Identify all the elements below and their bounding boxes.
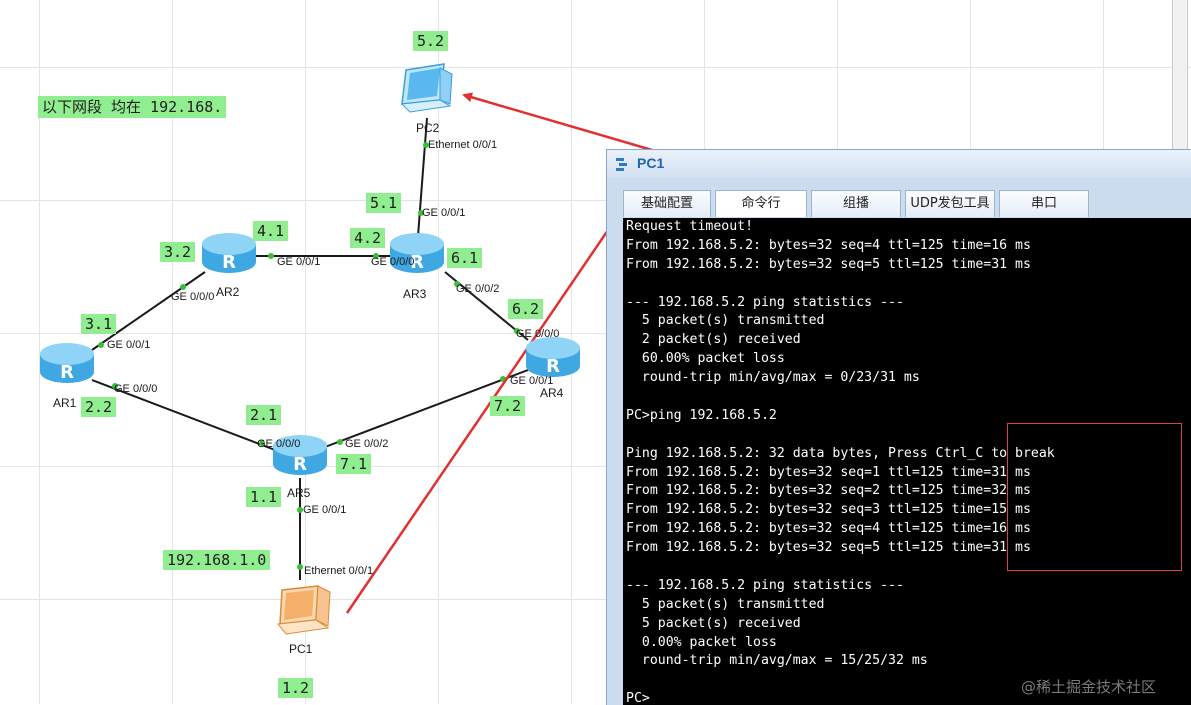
- svg-text:R: R: [222, 252, 236, 273]
- addr-tag: 3.1: [81, 314, 117, 334]
- terminal-line: 2 packet(s) received: [626, 332, 801, 348]
- pc1-label: PC1: [289, 642, 313, 656]
- terminal-line: Request timeout!: [626, 219, 754, 234]
- addr-tag: 1.1: [246, 487, 282, 507]
- subnet-tag-pc1: 192.168.1.0: [163, 550, 271, 570]
- router-icon: R: [390, 233, 444, 273]
- addr-tag: 6.1: [447, 248, 483, 268]
- port-label: GE 0/0/0: [371, 256, 415, 268]
- terminal-line: 5 packet(s) transmitted: [626, 596, 825, 612]
- port-label: GE 0/0/1: [277, 256, 321, 268]
- router-icon: R: [526, 337, 580, 377]
- terminal-line: From 192.168.5.2: bytes=32 seq=4 ttl=125…: [626, 237, 1031, 253]
- svg-text:R: R: [546, 356, 560, 377]
- addr-tag: 5.2: [413, 31, 449, 51]
- console-app-icon: [616, 158, 627, 171]
- tab-multicast[interactable]: 组播: [811, 190, 901, 217]
- ar3-label: AR3: [403, 287, 427, 301]
- svg-text:R: R: [60, 362, 74, 383]
- terminal-line: --- 192.168.5.2 ping statistics ---: [626, 294, 904, 310]
- addr-tag: 3.2: [160, 242, 196, 262]
- ar4-label: AR4: [540, 386, 564, 400]
- port-label: GE 0/0/2: [456, 283, 500, 295]
- port-label: Ethernet 0/0/1: [428, 139, 498, 151]
- addr-tag: 1.2: [278, 678, 314, 698]
- terminal-line: 5 packet(s) transmitted: [626, 313, 825, 329]
- terminal-line: round-trip min/avg/max = 15/25/32 ms: [626, 653, 928, 669]
- port-label: GE 0/0/0: [114, 383, 158, 395]
- port-label: GE 0/0/2: [345, 438, 389, 450]
- ar2-label: AR2: [216, 285, 240, 299]
- ttl-time-highlight-box: [1007, 423, 1182, 571]
- addr-tag: 2.2: [81, 397, 117, 417]
- port-label: GE 0/0/0: [257, 438, 301, 450]
- ar4-router[interactable]: R: [524, 334, 582, 380]
- router-icon: R: [202, 233, 256, 273]
- port-label: GE 0/0/1: [303, 504, 347, 516]
- terminal-line: 5 packet(s) received: [626, 615, 801, 631]
- addr-tag: 5.1: [366, 193, 402, 213]
- terminal-line: round-trip min/avg/max = 0/23/31 ms: [626, 370, 920, 386]
- addr-tag: 6.2: [508, 299, 544, 319]
- addr-tag: 7.2: [490, 396, 526, 416]
- terminal-line: 60.00% packet loss: [626, 351, 785, 367]
- console-title: PC1: [637, 155, 665, 171]
- tab-udp-tool[interactable]: UDP发包工具: [905, 190, 995, 217]
- ar3-router[interactable]: R: [388, 230, 446, 276]
- tab-serial[interactable]: 串口: [999, 190, 1089, 217]
- port-label: GE 0/0/1: [107, 339, 151, 351]
- tab-basic-config[interactable]: 基础配置: [623, 190, 711, 217]
- watermark: @稀土掘金技术社区: [1021, 678, 1157, 696]
- pc2-label: PC2: [416, 121, 440, 135]
- port-label: GE 0/0/1: [510, 375, 554, 387]
- network-note: 以下网段 均在 192.168.: [38, 96, 227, 118]
- tab-command-line[interactable]: 命令行: [715, 190, 807, 217]
- terminal-line: 0.00% packet loss: [626, 634, 777, 650]
- addr-tag: 4.1: [253, 221, 289, 241]
- pc2-device[interactable]: [396, 62, 456, 120]
- addr-tag: 4.2: [350, 228, 386, 248]
- pc1-device[interactable]: [272, 582, 332, 640]
- pc-icon: [277, 585, 331, 635]
- addr-tag: 2.1: [246, 405, 282, 425]
- addr-tag: 7.1: [336, 454, 372, 474]
- pc-icon: [400, 63, 453, 113]
- ar5-label: AR5: [287, 486, 311, 500]
- port-label: GE 0/0/1: [422, 207, 466, 219]
- ar1-label: AR1: [53, 396, 77, 410]
- svg-text:R: R: [293, 454, 307, 475]
- vertical-scrollbar[interactable]: [1172, 0, 1188, 150]
- port-label: GE 0/0/0: [171, 291, 215, 303]
- router-icon: R: [40, 343, 94, 383]
- console-titlebar[interactable]: PC1: [607, 150, 1191, 178]
- ar1-router[interactable]: R: [38, 340, 96, 386]
- port-label: Ethernet 0/0/1: [304, 565, 374, 577]
- port-label: GE 0/0/0: [516, 328, 560, 340]
- terminal-line: --- 192.168.5.2 ping statistics ---: [626, 577, 904, 593]
- ar2-router[interactable]: R: [200, 230, 258, 276]
- terminal-line: From 192.168.5.2: bytes=32 seq=5 ttl=125…: [626, 256, 1031, 272]
